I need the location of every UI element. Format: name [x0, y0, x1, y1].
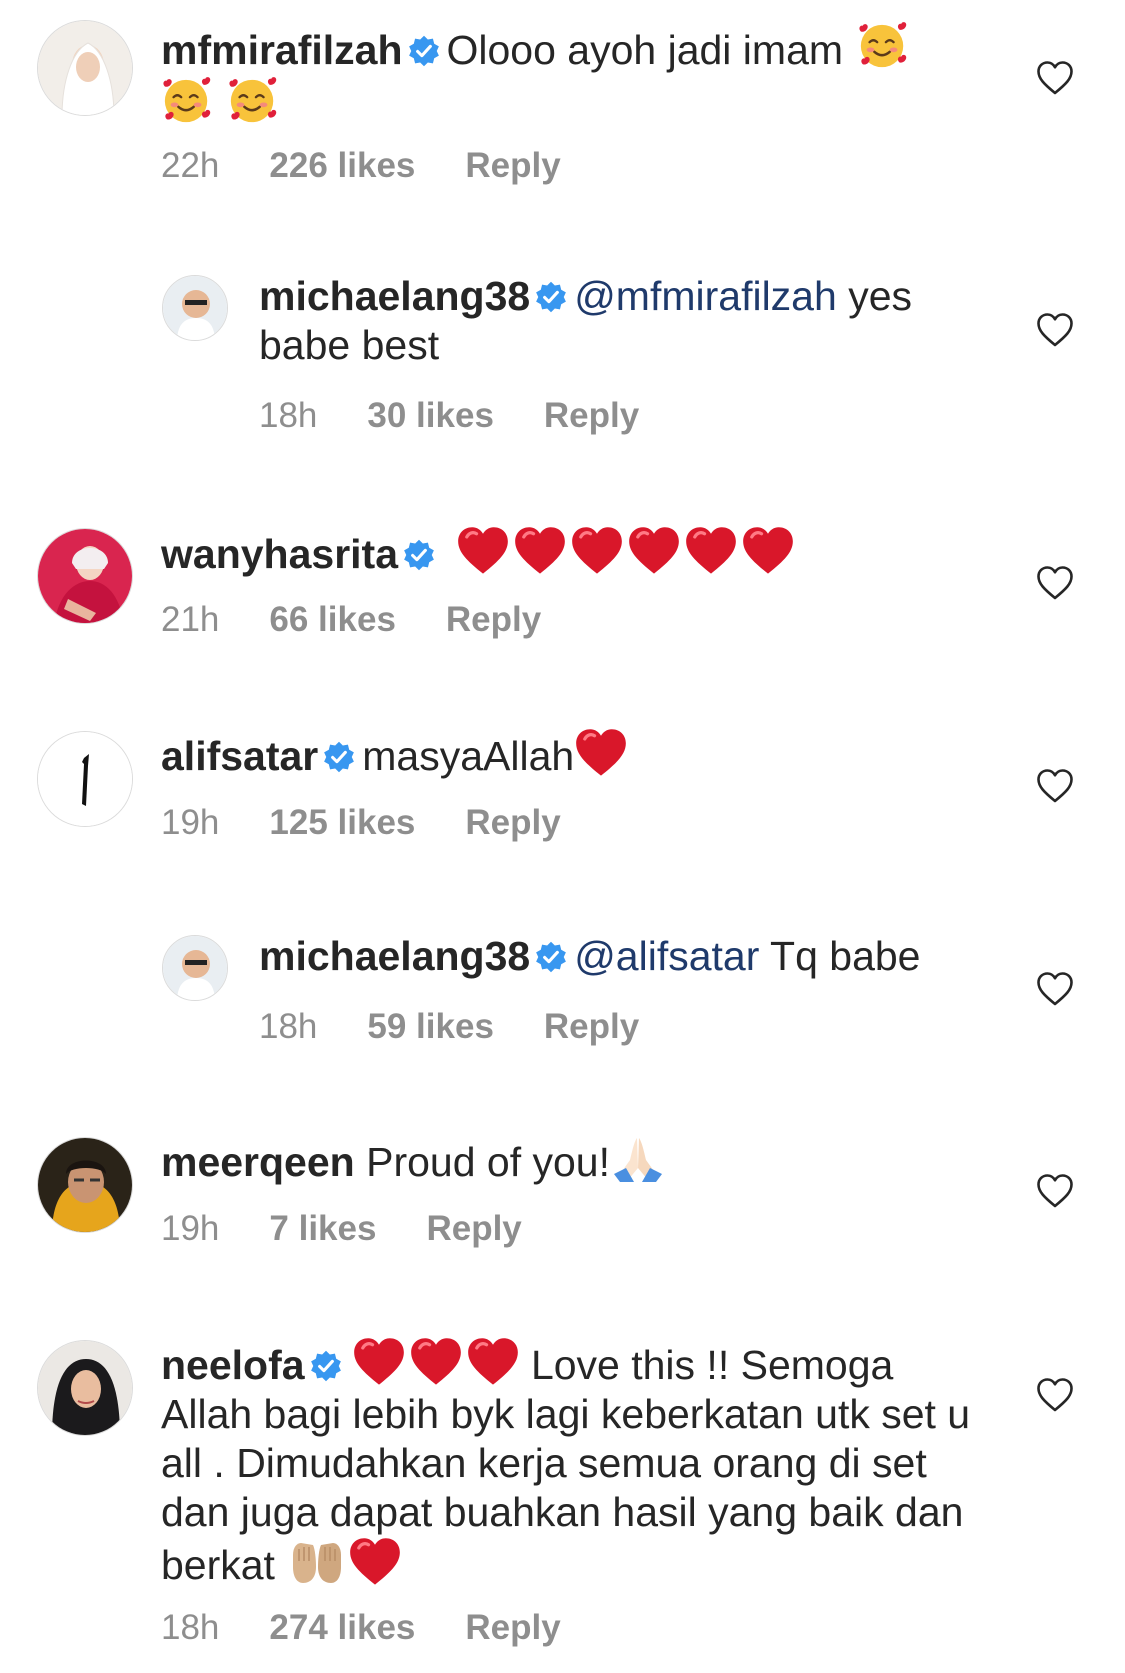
like-heart-icon[interactable]: [1036, 1173, 1074, 1209]
comment-meta: 18h 59 likes Reply: [259, 1007, 689, 1047]
comment-time: 18h: [259, 1007, 318, 1046]
like-heart-icon[interactable]: [1036, 971, 1074, 1007]
comment-time: 22h: [161, 146, 220, 185]
likes-count[interactable]: 226 likes: [269, 146, 415, 185]
avatar[interactable]: [37, 528, 133, 624]
likes-count[interactable]: 7 likes: [269, 1209, 376, 1248]
username[interactable]: neelofa: [161, 1342, 305, 1388]
username[interactable]: mfmirafilzah: [161, 27, 403, 73]
red-heart-emoji: [684, 526, 738, 576]
likes-count[interactable]: 30 likes: [367, 396, 494, 435]
likes-count[interactable]: 125 likes: [269, 803, 415, 842]
open-hands-emoji: [289, 1537, 345, 1587]
likes-count[interactable]: 274 likes: [269, 1608, 415, 1647]
reply-button[interactable]: Reply: [465, 1608, 560, 1647]
smiling-hearts-emoji: [227, 75, 279, 127]
comment-meta: 19h 7 likes Reply: [161, 1209, 572, 1249]
avatar[interactable]: [37, 20, 133, 116]
likes-count[interactable]: 59 likes: [367, 1007, 494, 1046]
smiling-hearts-emoji: [857, 20, 909, 72]
smiling-hearts-emoji: [161, 75, 213, 127]
likes-count[interactable]: 66 likes: [269, 600, 396, 639]
red-heart-emoji: [627, 526, 681, 576]
comment-meta: 18h 274 likes Reply: [161, 1608, 611, 1648]
username[interactable]: alifsatar: [161, 733, 318, 779]
comment-text: Olooo ayoh jadi imam: [446, 27, 844, 73]
like-heart-icon[interactable]: [1036, 1377, 1074, 1413]
comment-body: mfmirafilzah Olooo ayoh jadi imam: [161, 20, 981, 130]
comment-time: 21h: [161, 600, 220, 639]
verified-badge-icon: [534, 280, 568, 314]
reply-button[interactable]: Reply: [426, 1209, 521, 1248]
comment-body: wanyhasrita: [161, 526, 981, 579]
red-heart-emoji: [352, 1337, 406, 1387]
comment-body: michaelang38 @mfmirafilzah yes babe best: [259, 272, 979, 370]
verified-badge-icon: [407, 34, 441, 68]
comment-meta: 19h 125 likes Reply: [161, 803, 611, 843]
reply-button[interactable]: Reply: [544, 1007, 639, 1046]
verified-badge-icon: [534, 940, 568, 974]
avatar[interactable]: [37, 1340, 133, 1436]
mention-link[interactable]: @alifsatar: [574, 933, 759, 979]
comment-text: Tq babe: [759, 933, 921, 979]
mention-link[interactable]: @mfmirafilzah: [574, 273, 837, 319]
username[interactable]: michaelang38: [259, 273, 530, 319]
verified-badge-icon: [322, 740, 356, 774]
comment-meta: 18h 30 likes Reply: [259, 396, 689, 436]
red-heart-emoji: [466, 1337, 520, 1387]
comment-body: michaelang38 @alifsatar Tq babe: [259, 932, 979, 981]
like-heart-icon[interactable]: [1036, 312, 1074, 348]
username[interactable]: meerqeen: [161, 1139, 355, 1185]
like-heart-icon[interactable]: [1036, 60, 1074, 96]
red-heart-emoji: [741, 526, 795, 576]
reply-button[interactable]: Reply: [465, 803, 560, 842]
reply-button[interactable]: Reply: [544, 396, 639, 435]
red-heart-emoji: [574, 728, 628, 778]
red-heart-emoji: [456, 526, 510, 576]
comment-meta: 21h 66 likes Reply: [161, 600, 591, 640]
comment-text: Proud of you!: [366, 1139, 611, 1185]
comment-body: neelofa Love this !! Semoga Allah bagi l…: [161, 1337, 991, 1590]
red-heart-emoji: [570, 526, 624, 576]
avatar[interactable]: [162, 275, 228, 341]
like-heart-icon[interactable]: [1036, 565, 1074, 601]
username[interactable]: michaelang38: [259, 933, 530, 979]
avatar[interactable]: [37, 1137, 133, 1233]
avatar[interactable]: [162, 935, 228, 1001]
comment-time: 19h: [161, 1209, 220, 1248]
red-heart-emoji: [348, 1537, 402, 1587]
reply-button[interactable]: Reply: [465, 146, 560, 185]
red-heart-emoji: [513, 526, 567, 576]
comment-body: meerqeen Proud of you!: [161, 1134, 981, 1187]
avatar[interactable]: [37, 731, 133, 827]
username[interactable]: wanyhasrita: [161, 531, 398, 577]
verified-badge-icon: [402, 538, 436, 572]
folded-hands-emoji: [610, 1134, 666, 1184]
reply-button[interactable]: Reply: [446, 600, 541, 639]
comment-meta: 22h 226 likes Reply: [161, 146, 611, 186]
comment-time: 18h: [161, 1608, 220, 1647]
comment-time: 18h: [259, 396, 318, 435]
red-heart-emoji: [409, 1337, 463, 1387]
like-heart-icon[interactable]: [1036, 768, 1074, 804]
comment-body: alifsatar masyaAllah: [161, 728, 981, 781]
comment-text: masyaAllah: [362, 733, 575, 779]
comment-time: 19h: [161, 803, 220, 842]
verified-badge-icon: [309, 1349, 343, 1383]
